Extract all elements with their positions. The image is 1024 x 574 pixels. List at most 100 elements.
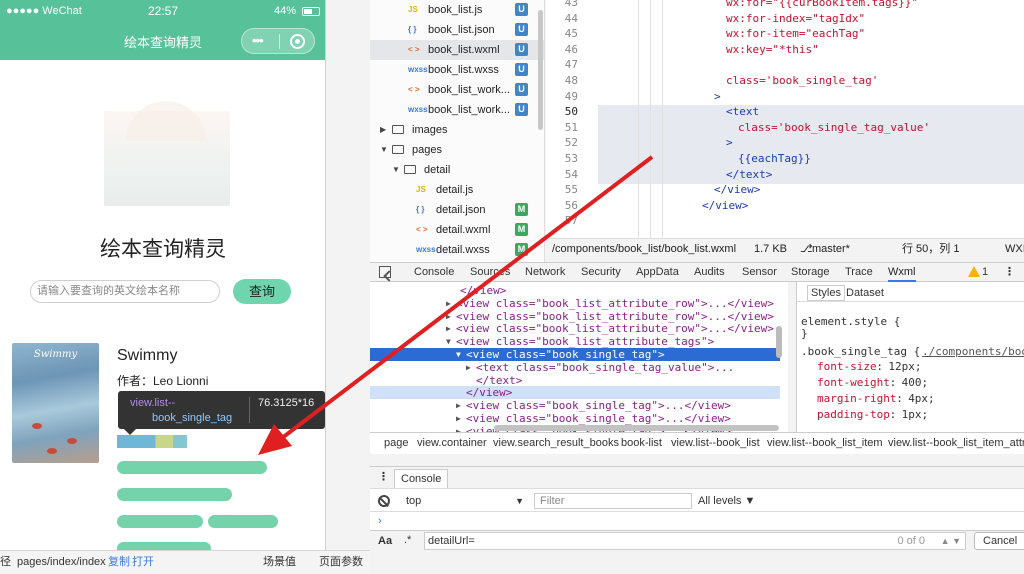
chevron-down-icon[interactable]: ▼ <box>380 140 388 160</box>
clear-console-icon[interactable] <box>378 495 390 507</box>
console-prompt-icon[interactable]: › <box>378 515 382 527</box>
file-item[interactable]: ▼ detail <box>370 160 544 180</box>
tab-network[interactable]: Network <box>525 263 565 281</box>
css-value[interactable]: 12px; <box>888 360 921 373</box>
dom-node[interactable]: ▼ <view class="book_single_tag"> <box>370 348 780 361</box>
code-line[interactable]: > <box>714 90 721 103</box>
tab-appdata[interactable]: AppData <box>636 263 679 281</box>
tree-scrollbar[interactable] <box>538 10 543 130</box>
collapse-triangle-icon[interactable]: ▼ <box>456 348 461 361</box>
dom-node[interactable]: ▼ <view class="book_list_attribute_tags"> <box>370 335 780 348</box>
log-levels-select[interactable]: All levels ▼ <box>698 493 755 509</box>
code-line[interactable]: class='book_single_tag_value' <box>738 121 930 134</box>
file-item[interactable]: ▶ images <box>370 120 544 140</box>
expand-triangle-icon[interactable]: ▶ <box>456 425 461 432</box>
tab-audits[interactable]: Audits <box>694 263 725 281</box>
css-property[interactable]: font-weight <box>817 376 890 389</box>
dom-horizontal-scrollbar[interactable] <box>494 425 779 431</box>
language-mode[interactable]: WXI <box>1005 239 1024 260</box>
code-line[interactable]: class='book_single_tag' <box>726 74 878 87</box>
dom-node[interactable]: ▶ <view class="book_single_tag">...</view… <box>370 412 780 425</box>
dom-node[interactable]: ▶ <view class="book_list_attribute_row">.… <box>370 322 780 335</box>
breadcrumb-item[interactable]: view.container <box>417 433 487 454</box>
book-title[interactable]: Swimmy <box>117 347 177 365</box>
code-line[interactable]: </view> <box>702 199 748 212</box>
prev-next-icon[interactable]: ▲ ▼ <box>941 533 961 549</box>
expand-triangle-icon[interactable]: ▶ <box>456 399 461 412</box>
search-button[interactable]: 查询 <box>233 279 291 304</box>
code-line[interactable]: > <box>726 136 733 149</box>
close-capsule-icon[interactable] <box>290 34 305 49</box>
open-link[interactable]: 打开 <box>132 551 154 574</box>
collapse-triangle-icon[interactable]: ▼ <box>446 335 451 348</box>
file-item[interactable]: JS detail.js <box>370 180 544 200</box>
devtools-menu-icon[interactable]: ⋮ <box>1004 263 1015 281</box>
css-value[interactable]: 4px; <box>908 392 935 405</box>
warning-count[interactable]: 1 <box>982 263 988 281</box>
file-item[interactable]: wxss book_list_work... U <box>370 100 544 120</box>
file-item[interactable]: JS book_list.js U <box>370 0 544 20</box>
dom-node[interactable]: ▶ <view class="book_single_tag">...</view… <box>370 399 780 412</box>
breadcrumb-item[interactable]: view.list--book_list_item <box>767 433 883 454</box>
search-input[interactable]: 请输入要查询的英文绘本名称 <box>30 280 220 303</box>
file-item[interactable]: < > book_list.wxml U <box>370 40 544 60</box>
warning-icon[interactable] <box>968 266 980 277</box>
tab-security[interactable]: Security <box>581 263 621 281</box>
code-line[interactable]: wx:for="{{curBookItem.tags}}" <box>726 0 918 9</box>
file-item[interactable]: { } book_list.json U <box>370 20 544 40</box>
drawer-menu-icon[interactable]: ⋮ <box>378 470 389 483</box>
file-item[interactable]: { } detail.json M <box>370 200 544 220</box>
css-value[interactable]: 400; <box>902 376 929 389</box>
dom-node[interactable]: ▶ <view class="book_list_attribute_row">.… <box>370 297 780 310</box>
tab-trace[interactable]: Trace <box>845 263 873 281</box>
chevron-down-icon[interactable]: ▼ <box>392 160 400 180</box>
tab-wxml[interactable]: Wxml <box>888 263 916 282</box>
tab-sources[interactable]: Sources <box>470 263 510 281</box>
code-line[interactable]: </view> <box>714 183 760 196</box>
css-value[interactable]: 1px; <box>902 408 929 421</box>
highlighted-tag[interactable] <box>117 435 187 448</box>
file-item[interactable]: ▼ pages <box>370 140 544 160</box>
code-line[interactable]: wx:for-index="tagIdx" <box>726 12 865 25</box>
dom-scrollbar[interactable] <box>776 326 782 358</box>
dom-node[interactable]: </text> <box>370 374 780 387</box>
expand-triangle-icon[interactable]: ▶ <box>446 297 451 310</box>
book-cover-image[interactable]: Swimmy <box>12 343 99 463</box>
code-line[interactable]: wx:key="*this" <box>726 43 819 56</box>
expand-triangle-icon[interactable]: ▶ <box>446 310 451 323</box>
console-tab[interactable]: Console <box>394 469 449 488</box>
tab-dataset[interactable]: Dataset <box>846 287 884 299</box>
context-select[interactable]: top ▼ <box>406 493 528 509</box>
filter-input[interactable]: Filter <box>534 493 692 509</box>
code-line[interactable]: {{eachTag}} <box>738 152 811 165</box>
code-line[interactable]: wx:for-item="eachTag" <box>726 27 865 40</box>
page-params-button[interactable]: 页面参数 <box>319 551 363 574</box>
css-property[interactable]: padding-top <box>817 408 890 421</box>
breadcrumb-item[interactable]: view.list--book_list_item_attri <box>888 433 1024 454</box>
code-editor[interactable]: 43 wx:for="{{curBookItem.tags}}" 44 wx:for-… <box>546 0 1024 238</box>
css-property[interactable]: font-size <box>817 360 877 373</box>
tab-storage[interactable]: Storage <box>791 263 830 281</box>
scene-value-button[interactable]: 场景值 <box>263 551 296 574</box>
match-case-toggle[interactable]: Aa <box>378 535 392 547</box>
file-item[interactable]: < > detail.wxml M <box>370 220 544 240</box>
wxml-dom-tree[interactable]: </view> ▶ <view class="book_list_attribute… <box>370 282 788 432</box>
file-item[interactable]: < > book_list_work... U <box>370 80 544 100</box>
expand-triangle-icon[interactable]: ▶ <box>466 361 471 374</box>
copy-link[interactable]: 复制 <box>108 551 130 574</box>
cursor-position[interactable]: 行 50，列 1 <box>902 239 959 260</box>
dom-node[interactable]: </view> <box>370 386 780 400</box>
breadcrumb-item[interactable]: view.list--book_list <box>671 433 760 454</box>
menu-capsule[interactable]: ••• <box>241 28 315 54</box>
dom-node[interactable]: ▶ <text class="book_single_tag_value">... <box>370 361 780 374</box>
cancel-button[interactable]: Cancel <box>974 532 1024 550</box>
more-icon[interactable]: ••• <box>252 33 264 48</box>
expand-triangle-icon[interactable]: ▶ <box>456 412 461 425</box>
tab-console[interactable]: Console <box>414 263 454 281</box>
git-branch[interactable]: master* <box>812 239 850 260</box>
expand-triangle-icon[interactable]: ▶ <box>446 322 451 335</box>
regex-toggle[interactable]: .* <box>404 534 411 546</box>
tab-styles[interactable]: Styles <box>807 285 845 301</box>
css-property[interactable]: margin-right <box>817 392 896 405</box>
breadcrumb-item[interactable]: view.search_result_books <box>493 433 619 454</box>
